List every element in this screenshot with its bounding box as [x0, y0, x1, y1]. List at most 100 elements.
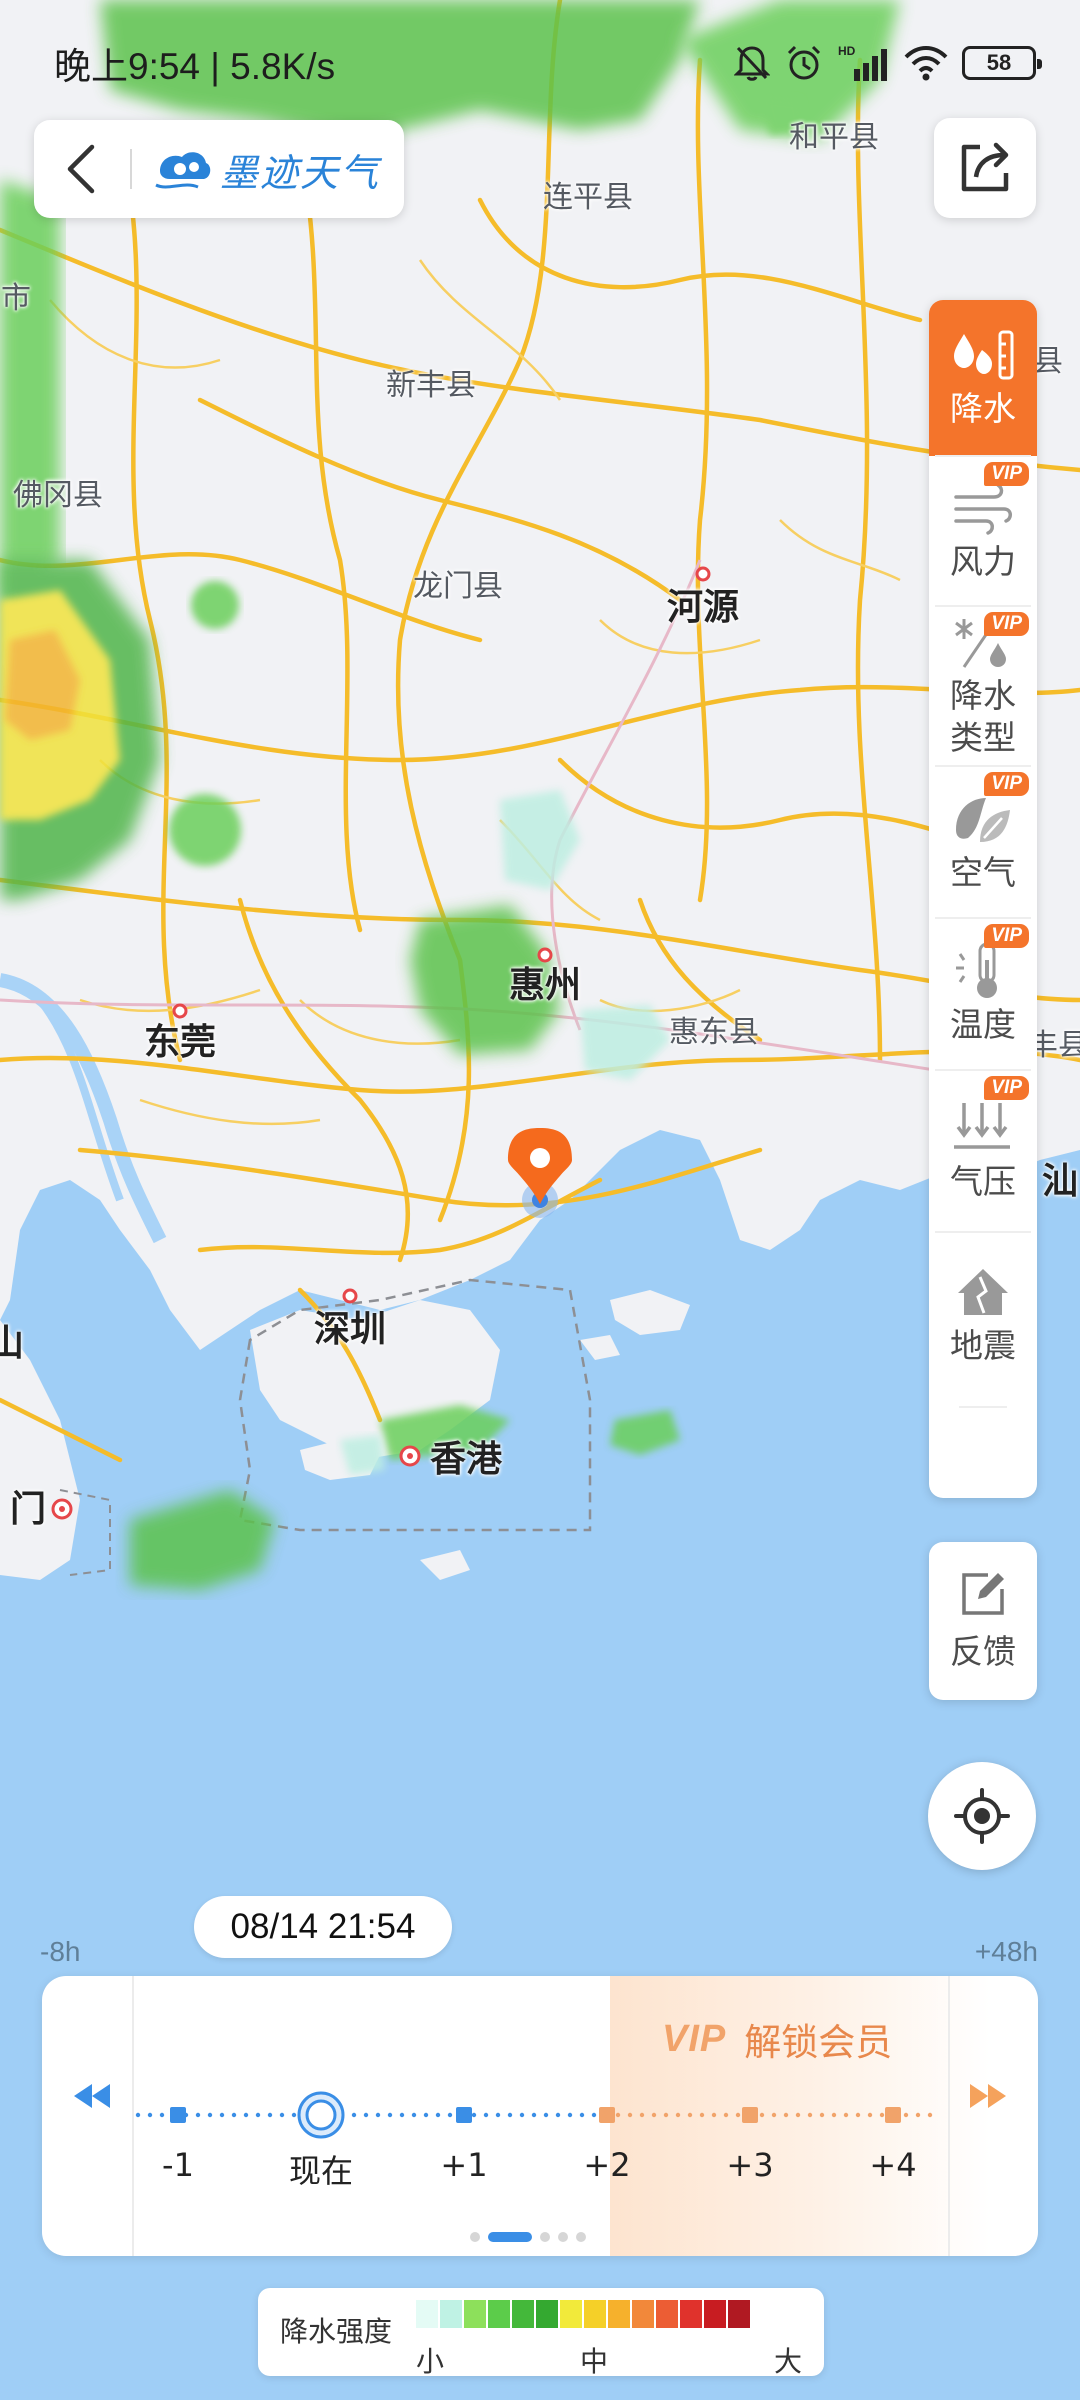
timeline-dot [507, 2112, 513, 2118]
timeline-page-indicator [470, 2232, 586, 2242]
layer-separator [959, 1406, 1007, 1408]
timeline-dot [195, 2112, 201, 2118]
layer-ptype-button[interactable]: 降水 类型 VIP [929, 606, 1037, 766]
layer-label: 降水 [950, 389, 1016, 428]
vip-badge: VIP [984, 612, 1029, 636]
timeline-dot [771, 2112, 777, 2118]
timeline-card: VIP 解锁会员 -1 现在 +1 +2 +3 +4 [42, 1976, 1038, 2256]
page-dot [558, 2232, 568, 2242]
timeline-dot [411, 2112, 417, 2118]
timeline-dot [519, 2112, 525, 2118]
legend-high-label: 大 [774, 2345, 803, 2378]
timeline-dot [267, 2112, 273, 2118]
timeline-dot [699, 2112, 705, 2118]
timeline-dot [903, 2112, 909, 2118]
timeline-dot [531, 2112, 537, 2118]
feedback-button[interactable]: 反馈 [929, 1542, 1037, 1700]
timeline-tick-marker [170, 2107, 186, 2123]
thermometer-icon [950, 942, 1016, 1004]
locate-button[interactable] [928, 1762, 1036, 1870]
timeline-dot [555, 2112, 561, 2118]
timeline-tick-label[interactable]: +1 [440, 2146, 487, 2184]
legend-color-swatch [464, 2300, 488, 2328]
layer-label: 地震 [950, 1326, 1016, 1365]
layer-pressure-button[interactable]: 气压 VIP [929, 1070, 1037, 1232]
legend-mid-label: 中 [580, 2345, 609, 2378]
legend-color-swatch [560, 2300, 584, 2328]
legend-color-swatch [584, 2300, 608, 2328]
timeline-tick-label[interactable]: +2 [583, 2146, 630, 2184]
layer-wind-button[interactable]: 风力 VIP [929, 456, 1037, 606]
layer-label: 降水 [950, 676, 1016, 715]
timeline-track[interactable]: -1 现在 +1 +2 +3 +4 [132, 1976, 948, 2256]
timeline-range-end: +48h [974, 1936, 1038, 1967]
leaf-icon [950, 790, 1016, 852]
vip-badge: VIP [984, 462, 1029, 486]
timeline-dot [435, 2112, 441, 2118]
layer-air-button[interactable]: 空气 VIP [929, 766, 1037, 918]
legend-color-swatch [536, 2300, 560, 2328]
timeline-dot [651, 2112, 657, 2118]
timeline-tick-label[interactable]: 现在 [289, 2146, 353, 2192]
timeline-dot [831, 2112, 837, 2118]
layer-precip-button[interactable]: 降水 [929, 300, 1037, 456]
timeline-range-start: -8h [40, 1936, 81, 1967]
timeline-dot [627, 2112, 633, 2118]
timeline-dot [687, 2112, 693, 2118]
legend-color-swatch [656, 2300, 680, 2328]
timeline-tick-label[interactable]: -1 [162, 2146, 194, 2184]
legend-color-swatch [416, 2300, 440, 2328]
timeline-dot [663, 2112, 669, 2118]
status-time-speed: 晚上9:54 | 5.8K/s [54, 46, 336, 87]
current-time-bubble: 08/14 21:54 [194, 1896, 452, 1958]
layer-quake-button[interactable]: 地震 [929, 1232, 1037, 1398]
page-dot [576, 2232, 586, 2242]
place-label: 新丰县 [386, 368, 476, 403]
layer-label: 风力 [950, 542, 1016, 581]
timeline-dot [243, 2112, 249, 2118]
timeline-dot [159, 2112, 165, 2118]
layer-temp-button[interactable]: 温度 VIP [929, 918, 1037, 1070]
layer-label: 温度 [950, 1005, 1016, 1044]
place-label: 东莞 [143, 1022, 217, 1063]
timeline-dot [471, 2112, 477, 2118]
back-button[interactable] [34, 120, 130, 218]
timeline-tick-label[interactable]: +3 [726, 2146, 773, 2184]
timeline-dot [879, 2112, 885, 2118]
timeline-dot [915, 2112, 921, 2118]
timeline-tick-marker [742, 2107, 758, 2123]
vip-badge: VIP [984, 1076, 1029, 1100]
legend-color-swatch [632, 2300, 656, 2328]
timeline-dot [483, 2112, 489, 2118]
timeline-track-graphic [135, 2091, 933, 2139]
page-dot [470, 2232, 480, 2242]
timeline-tick-label[interactable]: +4 [869, 2146, 916, 2184]
timeline-dot [639, 2112, 645, 2118]
timeline-dot [399, 2112, 405, 2118]
timeline-tick-marker [885, 2107, 901, 2123]
rewind-icon [74, 2084, 110, 2108]
fast-forward-button[interactable] [958, 2066, 1018, 2126]
timeline-dot [135, 2112, 141, 2118]
timeline-divider-right [948, 1976, 950, 2256]
timeline-dot [675, 2112, 681, 2118]
share-icon [961, 142, 1009, 192]
timeline-dot [147, 2112, 153, 2118]
timeline-dot [927, 2112, 933, 2118]
timeline-dot [351, 2112, 357, 2118]
timeline-dot [591, 2112, 597, 2118]
wifi-icon [904, 45, 948, 81]
network-badge: HD [838, 44, 856, 58]
timeline-dot [807, 2112, 813, 2118]
layer-label: 空气 [950, 853, 1016, 892]
place-label: 门 [9, 1489, 47, 1530]
fast-forward-icon [970, 2084, 1006, 2108]
place-label: 龙门县 [413, 569, 503, 604]
timeline-dot [543, 2112, 549, 2118]
layer-label: 类型 [950, 718, 1016, 757]
timeline-dot [783, 2112, 789, 2118]
timeline-dot [255, 2112, 261, 2118]
share-button[interactable] [934, 118, 1036, 218]
timeline-dot [423, 2112, 429, 2118]
rewind-button[interactable] [62, 2066, 122, 2126]
